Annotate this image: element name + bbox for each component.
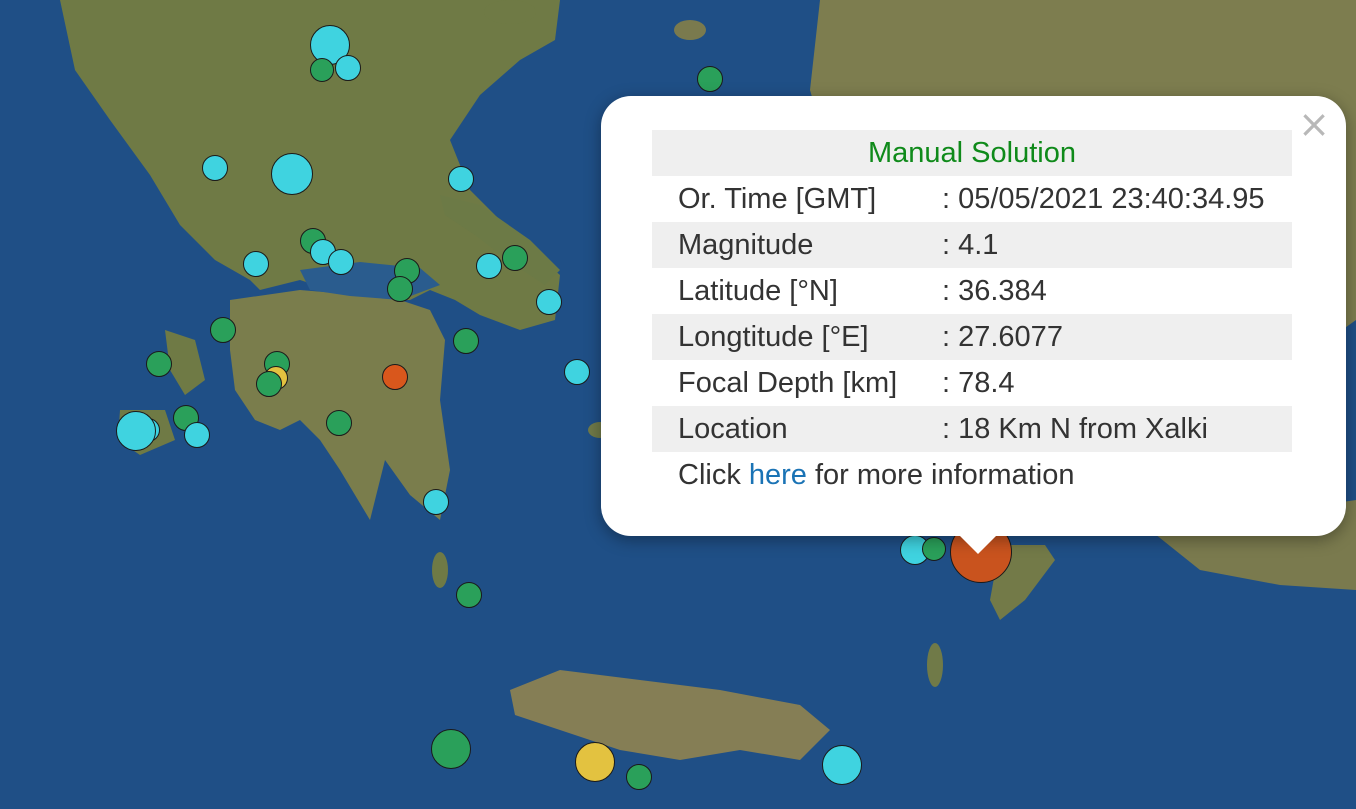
earthquake-marker[interactable]: [387, 276, 413, 302]
earthquake-info-table: Manual Solution Or. Time [GMT] : 05/05/2…: [652, 130, 1292, 498]
earthquake-marker[interactable]: [822, 745, 862, 785]
longitude-value: : 27.6077: [942, 314, 1292, 360]
earthquake-marker[interactable]: [575, 742, 615, 782]
magnitude-value: : 4.1: [942, 222, 1292, 268]
more-info-prefix: Click: [678, 458, 749, 491]
longitude-label: Longtitude [°E]: [652, 314, 942, 360]
popup-title: Manual Solution: [652, 130, 1292, 176]
earthquake-marker[interactable]: [184, 422, 210, 448]
origin-time-label: Or. Time [GMT]: [678, 182, 877, 215]
earthquake-marker[interactable]: [626, 764, 652, 790]
earthquake-marker[interactable]: [202, 155, 228, 181]
location-label: Location: [652, 406, 942, 452]
earthquake-marker[interactable]: [116, 411, 156, 451]
close-icon[interactable]: ×: [1296, 104, 1332, 144]
earthquake-marker[interactable]: [310, 58, 334, 82]
earthquake-marker[interactable]: [697, 66, 723, 92]
focal-depth-label: Focal Depth [km]: [678, 366, 898, 399]
table-row: Or. Time [GMT] : 05/05/2021 23:40:34.95: [652, 176, 1292, 222]
latitude-value: : 36.384: [942, 274, 1047, 307]
earthquake-marker[interactable]: [326, 410, 352, 436]
focal-depth-value: : 78.4: [942, 366, 1015, 399]
origin-time-value: : 05/05/2021 23:40:34.95: [942, 182, 1265, 215]
earthquake-marker[interactable]: [256, 371, 282, 397]
earthquake-marker[interactable]: [456, 582, 482, 608]
earthquake-info-popup: × Manual Solution Or. Time [GMT] : 05/05…: [601, 96, 1346, 536]
earthquake-marker[interactable]: [476, 253, 502, 279]
magnitude-label: Magnitude: [652, 222, 942, 268]
earthquake-marker[interactable]: [382, 364, 408, 390]
earthquake-marker[interactable]: [335, 55, 361, 81]
more-info-suffix: for more information: [806, 458, 1075, 491]
earthquake-marker[interactable]: [431, 729, 471, 769]
earthquake-marker[interactable]: [210, 317, 236, 343]
table-row: Latitude [°N] : 36.384: [652, 268, 1292, 314]
location-value: : 18 Km N from Xalki: [942, 406, 1292, 452]
earthquake-marker[interactable]: [536, 289, 562, 315]
table-row: Magnitude : 4.1: [652, 222, 1292, 268]
earthquake-marker[interactable]: [502, 245, 528, 271]
table-row: Longtitude [°E] : 27.6077: [652, 314, 1292, 360]
earthquake-marker[interactable]: [146, 351, 172, 377]
popup-footer-row: Click here for more information: [652, 452, 1292, 498]
popup-pointer: [956, 532, 1000, 554]
earthquake-marker[interactable]: [453, 328, 479, 354]
table-row: Focal Depth [km] : 78.4: [652, 360, 1292, 406]
latitude-label: Latitude [°N]: [678, 274, 838, 307]
earthquake-marker[interactable]: [423, 489, 449, 515]
earthquake-marker[interactable]: [448, 166, 474, 192]
more-info-text: Click here for more information: [652, 452, 1292, 498]
table-row: Location : 18 Km N from Xalki: [652, 406, 1292, 452]
earthquake-marker[interactable]: [243, 251, 269, 277]
earthquake-marker[interactable]: [922, 537, 946, 561]
earthquake-marker[interactable]: [271, 153, 313, 195]
more-info-link[interactable]: here: [749, 459, 807, 491]
earthquake-marker[interactable]: [564, 359, 590, 385]
earthquake-marker[interactable]: [328, 249, 354, 275]
popup-title-row: Manual Solution: [652, 130, 1292, 176]
